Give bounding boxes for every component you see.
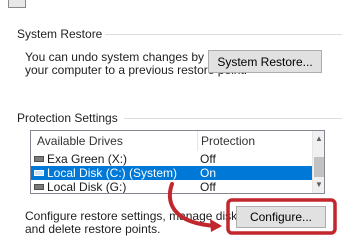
annotation-arrow-head: [210, 219, 222, 232]
configure-highlight-box: [226, 198, 337, 235]
annotation-overlay: [167, 182, 337, 235]
